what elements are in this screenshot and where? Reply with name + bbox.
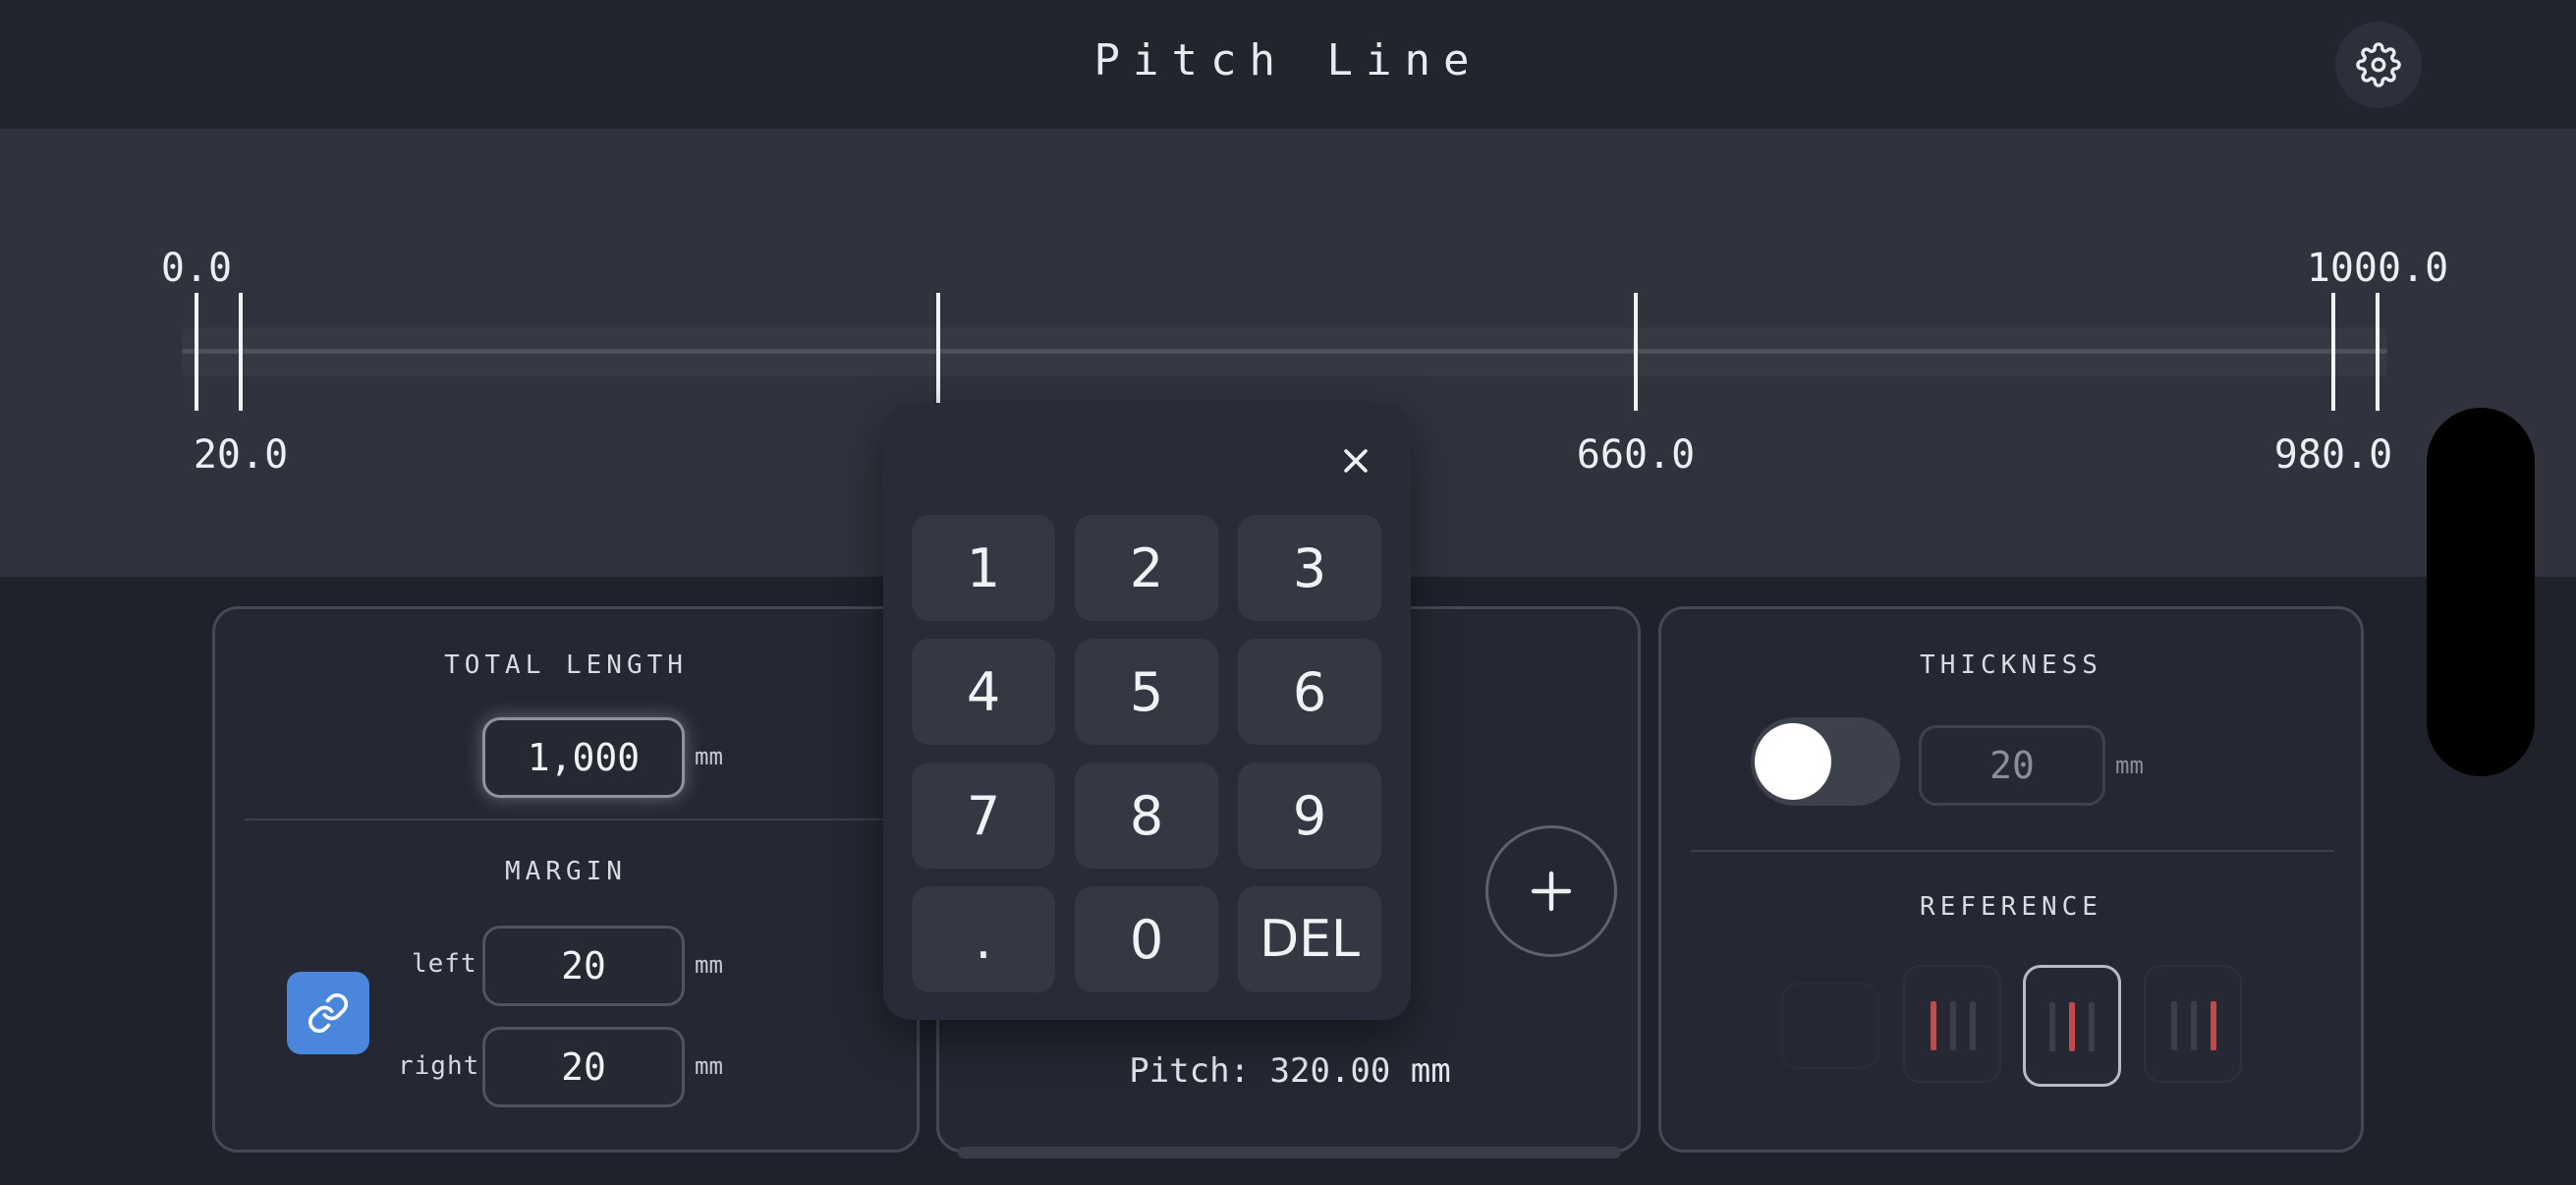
keypad-key-1[interactable]: 1: [912, 515, 1055, 621]
reference-option-center[interactable]: [2023, 965, 2121, 1087]
reference-line: [2211, 1001, 2216, 1050]
margin-right-label: right: [398, 1051, 480, 1081]
keypad-key-3[interactable]: 3: [1238, 515, 1381, 621]
reference-option-left[interactable]: [1903, 965, 2001, 1083]
total-length-input[interactable]: 1,000: [482, 717, 685, 798]
reference-line: [2089, 1002, 2095, 1051]
ruler-tick-margin-right: [2331, 293, 2335, 411]
reference-line: [2069, 1002, 2075, 1051]
margin-right-unit: mm: [695, 1052, 723, 1080]
total-length-unit: mm: [695, 743, 723, 770]
header-bar: Pitch Line: [0, 0, 2576, 129]
ruler-tick: [1634, 293, 1638, 411]
gear-icon: [2356, 42, 2401, 87]
margin-left-input[interactable]: 20: [482, 926, 685, 1006]
link-margins-button[interactable]: [287, 972, 369, 1054]
style-panel: THICKNESS 20 mm REFERENCE: [1658, 606, 2364, 1153]
reference-line: [1950, 1001, 1956, 1050]
keypad-key-9[interactable]: 9: [1238, 762, 1381, 869]
pitch-readout: Pitch: 320.00 mm: [1129, 1051, 1451, 1091]
reference-option-none[interactable]: [1781, 983, 1879, 1069]
total-length-title: TOTAL LENGTH: [444, 650, 688, 680]
length-panel: TOTAL LENGTH 1,000 mm MARGIN left 20 mm …: [212, 606, 920, 1153]
keypad-key-0[interactable]: 0: [1075, 886, 1218, 992]
reference-line: [1970, 1001, 1976, 1050]
thickness-title: THICKNESS: [1920, 650, 2102, 680]
add-line-button[interactable]: [1485, 825, 1617, 957]
side-handle[interactable]: [2427, 408, 2535, 776]
reference-line: [2171, 1001, 2177, 1050]
keypad-key-delete[interactable]: DEL: [1238, 886, 1381, 992]
keypad-key-7[interactable]: 7: [912, 762, 1055, 869]
margin-left-unit: mm: [695, 951, 723, 979]
reference-line: [1931, 1001, 1936, 1050]
reference-line: [2191, 1001, 2197, 1050]
ruler-tick-margin-left: [239, 293, 243, 411]
toggle-knob: [1755, 723, 1831, 800]
thickness-toggle[interactable]: [1751, 717, 1900, 806]
reference-line: [2049, 1002, 2055, 1051]
ruler-tick-label: 20.0: [193, 432, 289, 478]
keypad-key-4[interactable]: 4: [912, 639, 1055, 745]
keypad-key-5[interactable]: 5: [1075, 639, 1218, 745]
ruler-end-label: 1000.0: [2306, 246, 2449, 291]
link-icon: [308, 992, 349, 1034]
keypad-key-decimal[interactable]: .: [912, 886, 1055, 992]
ruler-tick-label: 660.0: [1576, 432, 1696, 478]
thickness-input[interactable]: 20: [1919, 725, 2105, 806]
close-icon: [1344, 449, 1368, 473]
panel-divider: [245, 818, 893, 820]
ruler-tick: [936, 293, 940, 411]
margin-right-input[interactable]: 20: [482, 1027, 685, 1107]
page-title: Pitch Line: [1093, 35, 1483, 85]
reference-option-right[interactable]: [2144, 965, 2242, 1083]
margin-title: MARGIN: [505, 857, 627, 886]
ruler-track: [182, 349, 2387, 354]
margin-left-label: left: [412, 949, 477, 979]
reference-title: REFERENCE: [1920, 892, 2102, 922]
close-keypad-button[interactable]: [1331, 436, 1380, 485]
ruler-tick-start: [195, 293, 198, 411]
settings-button[interactable]: [2335, 22, 2422, 108]
ruler-tick-label: 980.0: [2273, 432, 2393, 478]
ruler-start-label: 0.0: [160, 246, 233, 291]
thickness-unit: mm: [2115, 752, 2144, 779]
ruler-tick-end: [2376, 293, 2380, 411]
keypad-key-8[interactable]: 8: [1075, 762, 1218, 869]
keypad-key-6[interactable]: 6: [1238, 639, 1381, 745]
keypad-key-2[interactable]: 2: [1075, 515, 1218, 621]
panel-divider: [1691, 850, 2334, 852]
panel-scroll-indicator: [958, 1147, 1621, 1158]
plus-icon: [1531, 871, 1572, 912]
